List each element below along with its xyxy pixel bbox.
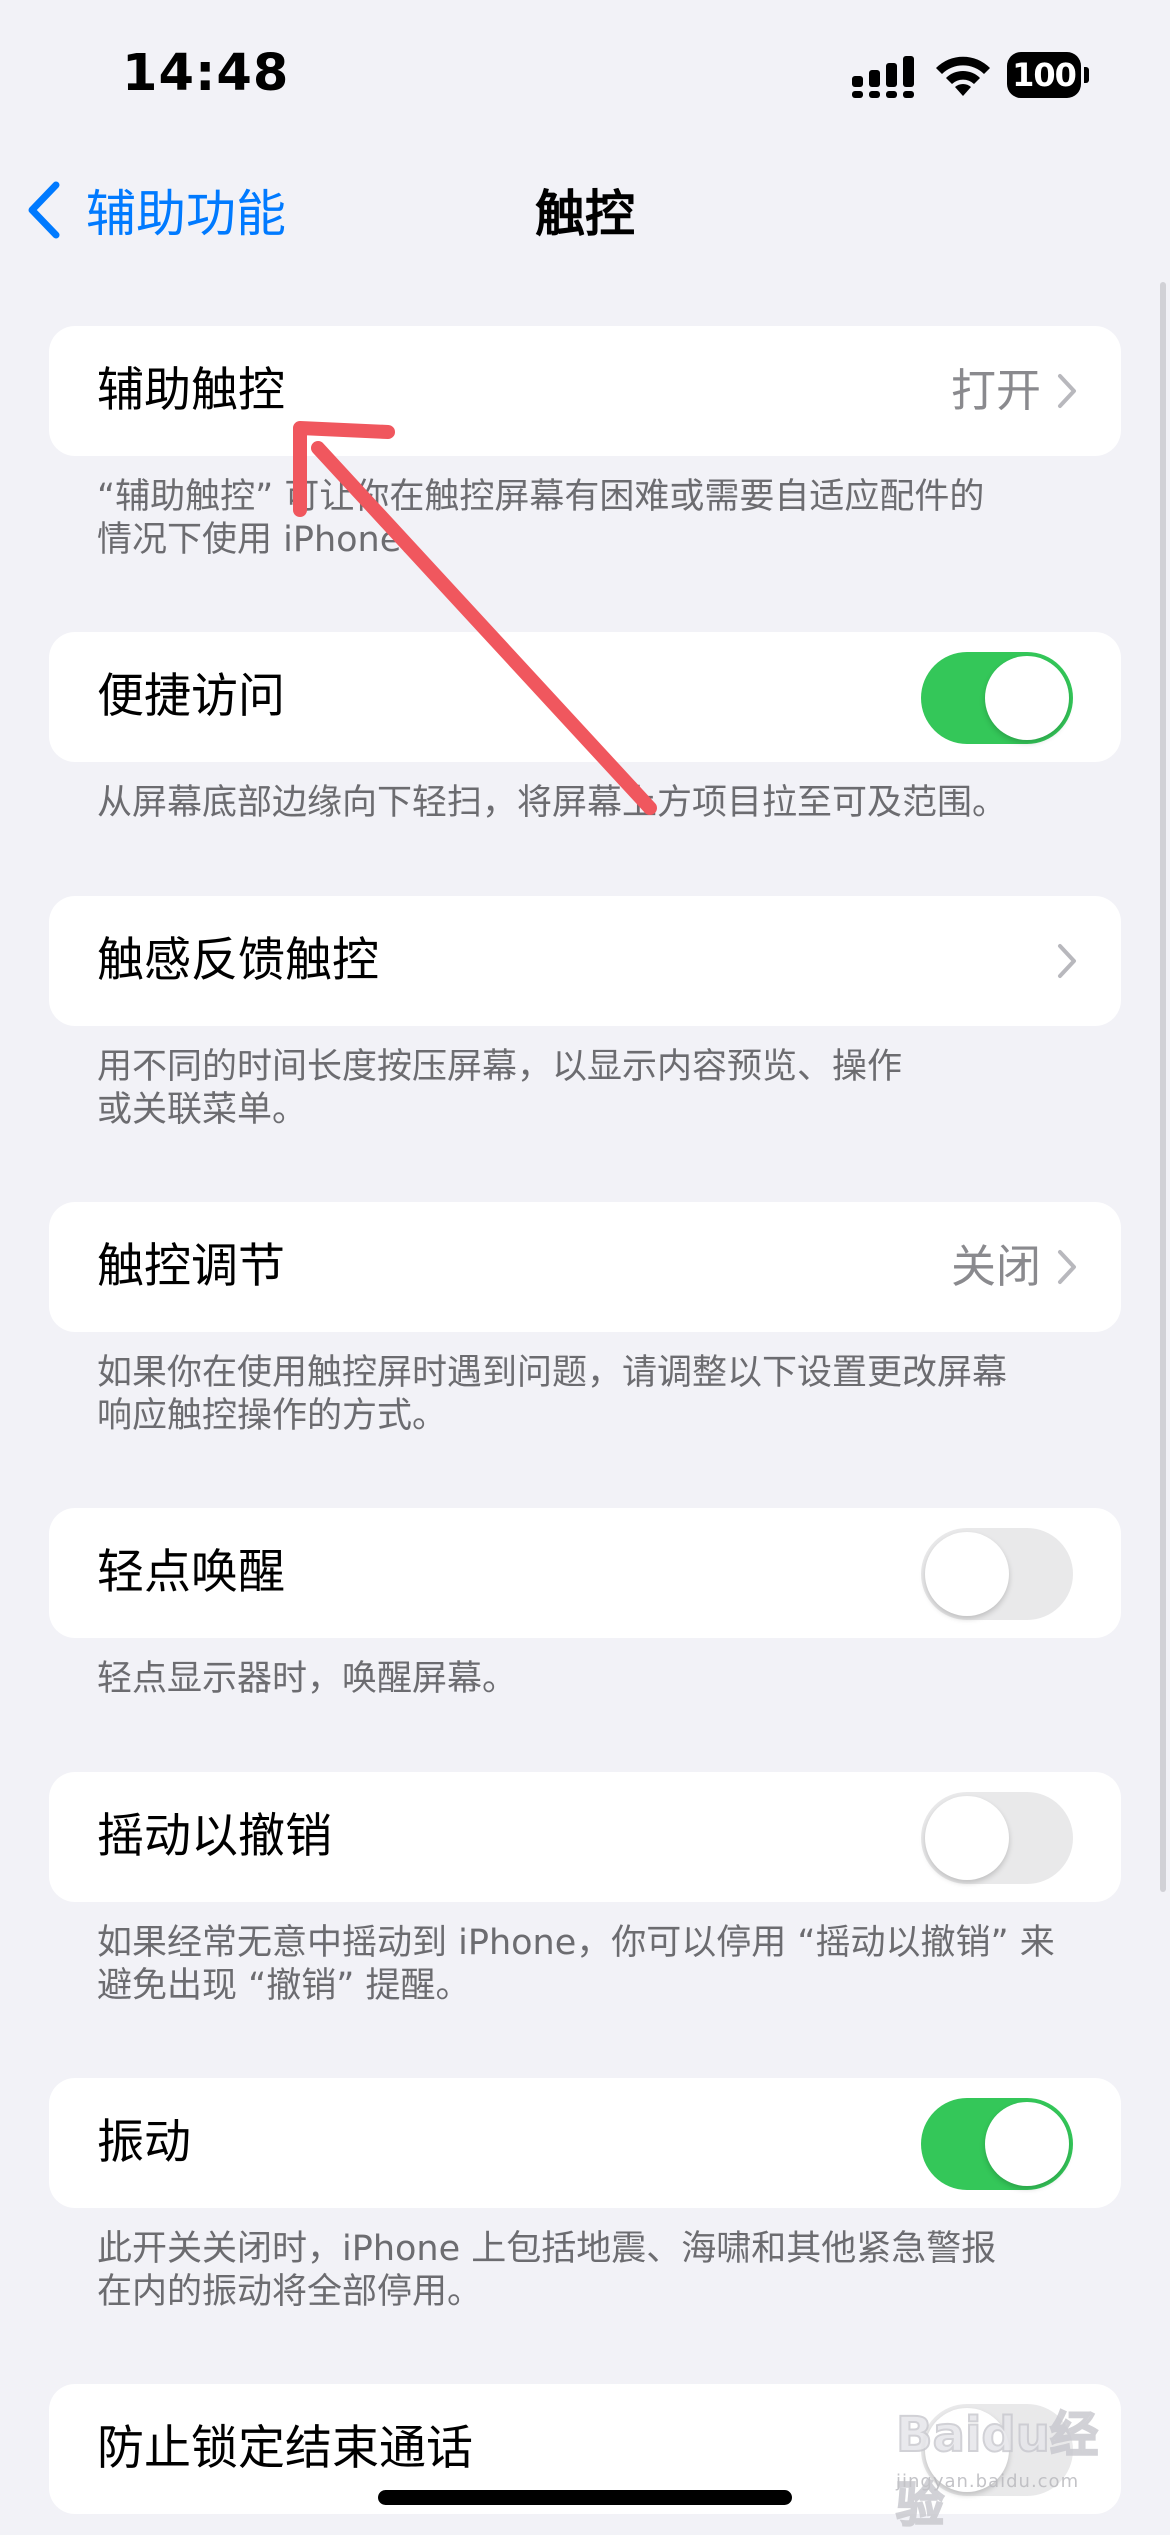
toggle-knob (925, 1532, 1009, 1616)
footer-line: 从屏幕底部边缘向下轻扫，将屏幕上方项目拉至可及范围。 (97, 783, 1008, 823)
footer-line: “辅助触控” 可让你在触控屏幕有困难或需要自适应配件的 (97, 477, 985, 517)
toggle-knob (925, 1796, 1009, 1880)
row-tap-to-wake: 轻点唤醒 (49, 1508, 1121, 1638)
chevron-right-icon (1058, 1250, 1076, 1284)
footer-shake-to-undo: 如果经常无意中摇动到 iPhone，你可以停用 “摇动以撤销” 来 避免出现 “… (97, 1922, 1057, 2008)
row-vibration: 振动 (49, 2078, 1121, 2208)
navigation-bar: 辅助功能 触控 (0, 150, 1170, 270)
footer-vibration: 此开关关闭时，iPhone 上包括地震、海啸和其他紧急警报 在内的振动将全部停用… (97, 2228, 1057, 2314)
footer-line: 如果你在使用触控屏时遇到问题，请调整以下设置更改屏幕 (97, 1353, 1008, 1393)
row-label: 振动 (97, 2115, 191, 2170)
footer-line: 用不同的时间长度按压屏幕，以显示内容预览、操作 (97, 1047, 903, 1087)
watermark-logo: Baidu经验 jingyan.baidu.com (895, 2395, 1116, 2534)
signal-icon (852, 56, 914, 98)
row-value: 打开 (950, 364, 1041, 417)
tap-to-wake-toggle[interactable] (921, 1528, 1073, 1620)
footer-line: 或关联菜单。 (97, 1090, 308, 1130)
shake-to-undo-toggle[interactable] (921, 1792, 1073, 1884)
row-reachability: 便捷访问 (49, 632, 1121, 762)
watermark-text: Baidu经验 (895, 2406, 1099, 2534)
footer-line: 在内的振动将全部停用。 (97, 2272, 483, 2312)
row-label: 触感反馈触控 (97, 933, 379, 988)
row-assistivetouch[interactable]: 辅助触控 打开 (49, 326, 1121, 456)
footer-touch-accommodations: 如果你在使用触控屏时遇到问题，请调整以下设置更改屏幕 响应触控操作的方式。 (97, 1352, 1057, 1438)
footer-tap-to-wake: 轻点显示器时，唤醒屏幕。 (97, 1658, 1057, 1701)
footer-line: 如果经常无意中摇动到 iPhone，你可以停用 “摇动以撤销” 来 (97, 1923, 1055, 1963)
row-value: 关闭 (950, 1240, 1041, 1293)
reachability-toggle[interactable] (921, 652, 1073, 744)
footer-line: 情况下使用 iPhone。 (97, 520, 437, 560)
home-indicator[interactable] (378, 2490, 792, 2505)
footer-line: 响应触控操作的方式。 (97, 1396, 448, 1436)
row-haptic-touch[interactable]: 触感反馈触控 (49, 896, 1121, 1026)
footer-line: 此开关关闭时，iPhone 上包括地震、海啸和其他紧急警报 (97, 2229, 997, 2269)
status-bar: 14:48 100 (0, 0, 1170, 150)
row-label: 触控调节 (97, 1239, 285, 1294)
battery-icon: 100 (1007, 52, 1089, 98)
battery-cap (1084, 67, 1089, 83)
vibration-toggle[interactable] (921, 2098, 1073, 2190)
footer-assistivetouch: “辅助触控” 可让你在触控屏幕有困难或需要自适应配件的 情况下使用 iPhone… (97, 476, 1057, 562)
row-label: 辅助触控 (97, 363, 285, 418)
footer-reachability: 从屏幕底部边缘向下轻扫，将屏幕上方项目拉至可及范围。 (97, 782, 1057, 825)
row-shake-to-undo: 摇动以撤销 (49, 1772, 1121, 1902)
chevron-right-icon (1058, 944, 1076, 978)
page-title: 触控 (535, 185, 635, 243)
row-touch-accommodations[interactable]: 触控调节 关闭 (49, 1202, 1121, 1332)
toggle-knob (985, 2102, 1069, 2186)
scroll-indicator[interactable] (1160, 282, 1166, 1892)
status-time: 14:48 (122, 44, 290, 103)
watermark-sub: jingyan.baidu.com (896, 2471, 1080, 2492)
footer-haptic-touch: 用不同的时间长度按压屏幕，以显示内容预览、操作 或关联菜单。 (97, 1046, 1057, 1132)
row-label: 便捷访问 (97, 669, 285, 724)
battery-level: 100 (1007, 52, 1081, 98)
row-label: 轻点唤醒 (97, 1545, 285, 1600)
footer-line: 避免出现 “撤销” 提醒。 (97, 1966, 471, 2006)
footer-line: 轻点显示器时，唤醒屏幕。 (97, 1659, 518, 1699)
chevron-right-icon (1058, 374, 1076, 408)
row-label: 摇动以撤销 (97, 1809, 332, 1864)
wifi-icon (936, 56, 990, 96)
toggle-knob (985, 656, 1069, 740)
